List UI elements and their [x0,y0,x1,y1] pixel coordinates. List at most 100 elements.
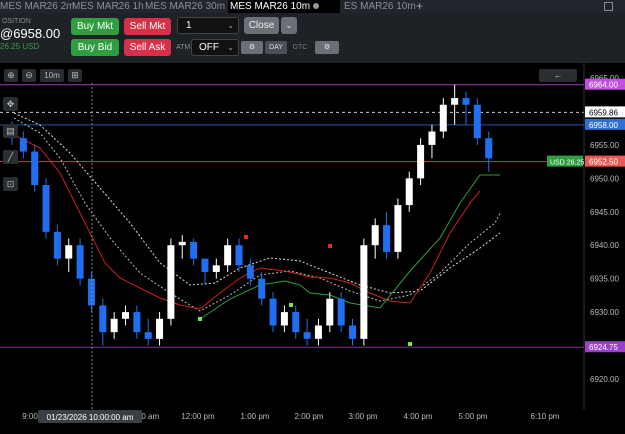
candle-body [371,225,379,246]
close-button[interactable]: Close [244,17,279,34]
candle-body [394,205,402,252]
candle-body [473,104,481,139]
candle-body [31,151,39,186]
atm-value: OFF [199,42,219,53]
candle-body [417,144,425,179]
lock-icon[interactable]: ⊡ [3,177,18,191]
tab-modified-dot-icon [313,3,320,9]
tab-es-10m[interactable]: ES MAR26 10m [344,0,416,13]
candle-body [235,245,243,266]
candle-body [53,231,61,259]
candle-body [224,245,232,266]
x-tick-label: 2:00 pm [295,412,324,421]
scroll-back-arrow-icon[interactable]: ← [539,69,577,82]
atm-select[interactable]: OFF ⌄ [191,39,239,56]
chevron-down-icon: ⌄ [285,21,293,30]
atm-settings-gear-icon[interactable]: ⚙ [241,41,263,54]
candle-body [76,245,84,279]
candle-body [485,138,493,159]
candle-body [19,138,27,152]
buy-market-button[interactable]: Buy Mkt [71,18,119,35]
candle-body [133,312,141,333]
signal-marker [328,244,332,248]
candle-body [190,241,198,259]
order-toolbar: OSITION @6958.00 26.25 USD Buy Mkt Sell … [0,13,625,63]
tif-gtc-button[interactable]: GTC [289,41,311,54]
x-tick-label: 9:00 [22,412,38,421]
candle-body [110,318,118,333]
candle [417,138,425,186]
tif-day-button[interactable]: DAY [265,41,287,54]
tif-settings-gear-icon[interactable]: ⚙ [315,41,339,54]
candle-body [349,325,356,339]
y-tick-label: 6940.00 [590,241,619,250]
candle-body [462,98,470,105]
x-tick-label: 4:00 pm [404,412,433,421]
chart-settings-icon[interactable]: ⊞ [68,69,82,82]
position-label: OSITION [2,18,31,25]
price-level-value: 6959.86 [589,108,618,117]
candle-body [303,332,311,339]
atm-chevron-icon: ⌄ [227,43,234,52]
close-dropdown-button[interactable]: ⌄ [281,17,297,34]
y-tick-label: 6930.00 [590,308,619,317]
x-tick-label: 1:00 pm [241,412,270,421]
crosshair-time-label: 01/23/2026 10:00:00 am [47,413,134,422]
x-tick-label: 3:00 pm [349,412,378,421]
price-level-value: 6964.00 [589,81,618,90]
interval-button[interactable]: 10m [40,69,64,82]
candle [31,144,39,192]
candle-body [269,298,277,326]
signal-marker [289,303,293,307]
quantity-input[interactable]: 1 ⌄ [177,17,239,34]
candle-body [246,265,254,279]
zoom-in-icon[interactable]: ⊕ [4,69,18,82]
y-tick-label: 6920.00 [590,375,619,384]
y-tick-label: 6945.00 [590,208,619,217]
candle [76,238,84,286]
candle-body [326,298,334,326]
tab-bar: MES MAR26 2m MES MAR26 1h MES MAR26 30m … [0,0,625,13]
window-menu-icon[interactable] [604,2,613,11]
notes-tool-icon[interactable]: ▤ [3,124,18,138]
candle-body [292,312,300,333]
signal-marker [408,342,412,346]
tab-mes-2m[interactable]: MES MAR26 2m [0,0,74,13]
candle-body [65,245,73,259]
candle-body [178,241,186,246]
candle [394,198,402,259]
candle-body [156,318,164,339]
candle-body [337,298,345,326]
tab-mes-10m[interactable]: MES MAR26 10m [228,0,340,13]
candle-body [428,131,436,145]
line-draw-tool-icon[interactable]: ╱ [3,150,18,164]
position-pnl-value: USD 26.25 [550,160,584,167]
quantity-chevron-icon: ⌄ [227,21,234,30]
x-tick-label: 12:00 pm [181,412,215,421]
y-tick-label: 6955.00 [590,141,619,150]
price-level-value: 6924.75 [589,343,618,352]
candle [360,238,368,346]
candle-body [280,312,288,326]
candle-body [405,178,413,206]
sell-market-button[interactable]: Sell Mkt [124,18,171,35]
zoom-out-icon[interactable]: ⊖ [22,69,36,82]
y-tick-label: 6935.00 [590,275,619,284]
crosshair-tool-icon[interactable]: ✥ [3,97,18,111]
position-pnl: 26.25 USD [0,42,40,51]
sell-ask-button[interactable]: Sell Ask [124,39,171,56]
price-level-value: 6952.50 [589,158,618,167]
x-tick-label: 5:00 pm [459,412,488,421]
signal-marker [198,317,202,321]
tab-mes-1h[interactable]: MES MAR26 1h [72,0,144,13]
chart-area[interactable]: 6965.006960.006955.006950.006945.006940.… [0,63,625,429]
candle-body [99,305,107,333]
buy-bid-button[interactable]: Buy Bid [71,39,119,56]
atm-label: ATM [176,44,191,51]
candle-body [167,245,175,319]
price-chart[interactable]: 6965.006960.006955.006950.006945.006940.… [0,63,625,429]
add-tab-button[interactable]: + [416,0,428,13]
candle-body [451,98,459,105]
tab-mes-30m[interactable]: MES MAR26 30m [145,0,225,13]
candle-body [87,278,95,306]
